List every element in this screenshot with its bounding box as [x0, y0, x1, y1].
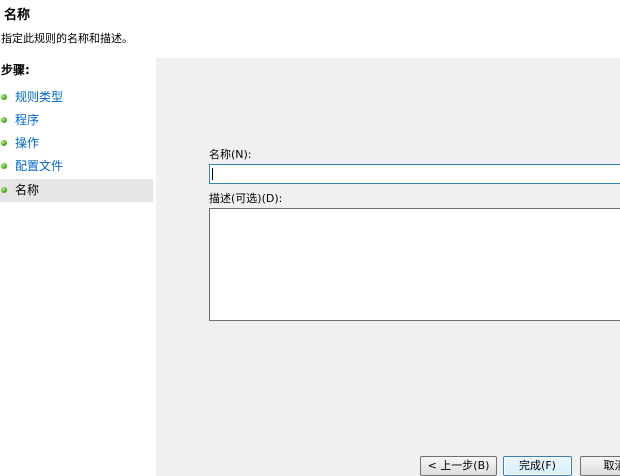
step-rule-type[interactable]: 规则类型 [0, 86, 153, 109]
steps-title: 步骤: [1, 63, 30, 77]
step-program[interactable]: 程序 [0, 109, 153, 132]
cancel-button[interactable]: 取消 [580, 456, 620, 476]
finish-button[interactable]: 完成(F) [503, 456, 572, 476]
back-button[interactable]: < 上一步(B) [420, 456, 497, 476]
name-label: 名称(N): [209, 148, 252, 161]
step-label[interactable]: 程序 [15, 113, 39, 127]
step-action[interactable]: 操作 [0, 132, 153, 155]
page-description: 指定此规则的名称和描述。 [1, 32, 133, 45]
green-dot-icon [1, 94, 7, 100]
description-label: 描述(可选)(D): [209, 192, 283, 205]
step-label[interactable]: 规则类型 [15, 90, 63, 104]
name-input[interactable] [209, 164, 620, 184]
step-label: 名称 [15, 183, 40, 197]
content-panel: 名称(N): 描述(可选)(D): < 上一步(B) 完成(F) 取消 [156, 58, 620, 476]
green-dot-icon [1, 163, 7, 169]
step-label[interactable]: 操作 [15, 136, 39, 150]
text-caret [212, 168, 213, 180]
wizard-header: 名称 指定此规则的名称和描述。 [0, 0, 620, 58]
page-title: 名称 [4, 8, 31, 23]
step-profile[interactable]: 配置文件 [0, 155, 153, 178]
green-dot-icon [1, 187, 7, 193]
steps-sidebar: 步骤: 规则类型 程序 操作 配置文件 名称 [0, 58, 156, 476]
green-dot-icon [1, 140, 7, 146]
step-label[interactable]: 配置文件 [15, 159, 63, 173]
step-name[interactable]: 名称 [0, 179, 153, 202]
description-textarea[interactable] [209, 208, 620, 321]
green-dot-icon [1, 117, 7, 123]
